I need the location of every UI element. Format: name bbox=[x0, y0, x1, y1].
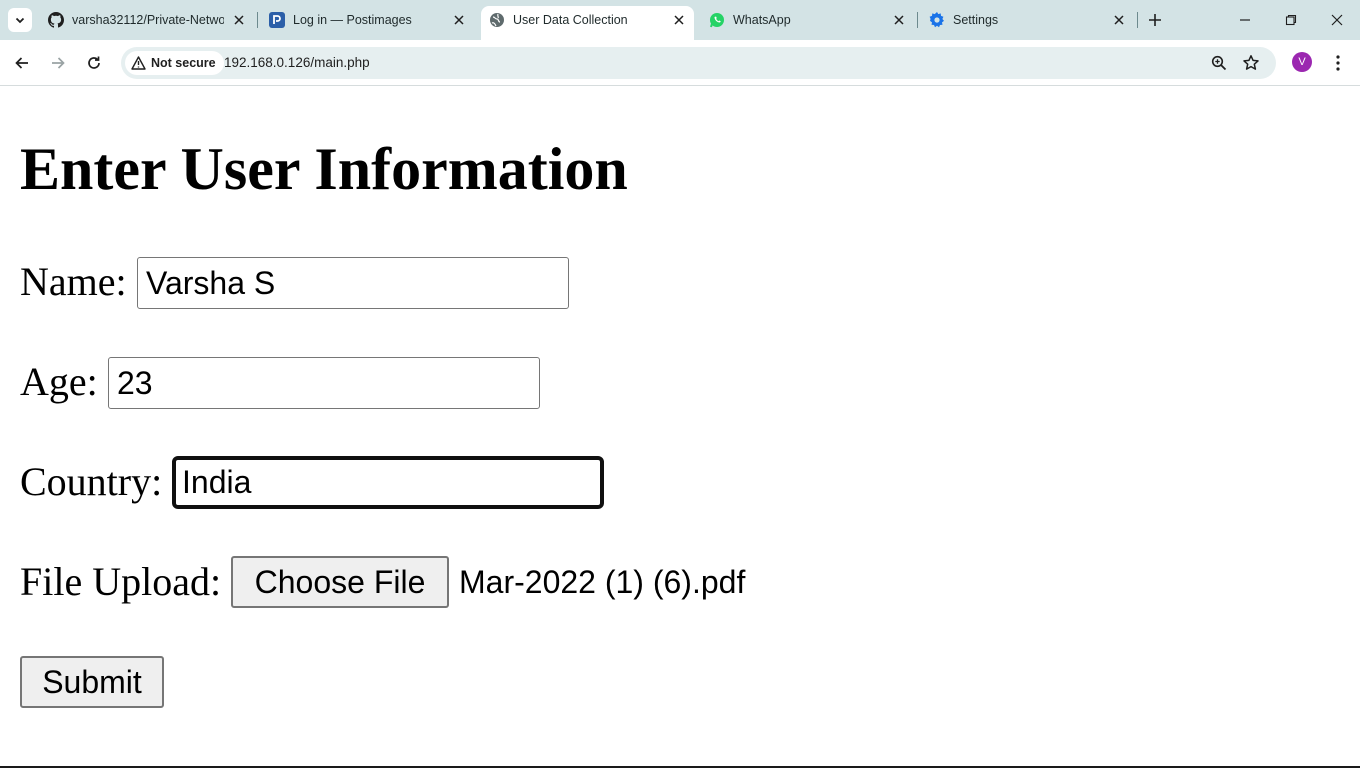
github-icon bbox=[48, 12, 64, 28]
name-label: Name: bbox=[20, 259, 127, 304]
minimize-button[interactable] bbox=[1235, 10, 1255, 30]
profile-avatar[interactable]: V bbox=[1292, 52, 1312, 72]
submit-button[interactable]: Submit bbox=[20, 656, 164, 708]
tab-github[interactable]: varsha32112/Private-Networ bbox=[48, 6, 248, 34]
gear-icon bbox=[929, 12, 944, 28]
forward-button[interactable] bbox=[47, 52, 69, 74]
globe-icon bbox=[490, 13, 504, 27]
tab-separator bbox=[257, 12, 258, 28]
menu-button[interactable] bbox=[1327, 52, 1349, 74]
country-label: Country: bbox=[20, 459, 163, 504]
url-text[interactable]: 192.168.0.126/main.php bbox=[224, 55, 370, 70]
tab-title: varsha32112/Private-Networ bbox=[72, 13, 224, 27]
close-icon bbox=[1331, 14, 1343, 26]
reload-button[interactable] bbox=[83, 52, 105, 74]
tab-whatsapp[interactable]: WhatsApp bbox=[709, 6, 909, 34]
zoom-icon bbox=[1211, 55, 1227, 71]
zoom-button[interactable] bbox=[1209, 53, 1229, 73]
tab-settings[interactable]: Settings bbox=[929, 6, 1129, 34]
close-icon[interactable] bbox=[892, 13, 906, 27]
bookmark-button[interactable] bbox=[1241, 53, 1261, 73]
postimages-icon bbox=[269, 12, 285, 28]
selected-file-name: Mar-2022 (1) (6).pdf bbox=[459, 564, 746, 600]
whatsapp-icon bbox=[710, 13, 724, 28]
choose-file-button[interactable]: Choose File bbox=[231, 556, 449, 608]
close-icon[interactable] bbox=[232, 13, 246, 27]
back-button[interactable] bbox=[11, 52, 33, 74]
file-upload-label: File Upload: bbox=[20, 559, 222, 604]
close-icon[interactable] bbox=[1112, 13, 1126, 27]
arrow-right-icon bbox=[52, 57, 65, 69]
more-vertical-icon bbox=[1336, 55, 1340, 71]
country-field[interactable] bbox=[172, 456, 604, 509]
close-window-button[interactable] bbox=[1327, 10, 1347, 30]
tab-separator bbox=[1137, 12, 1138, 28]
tab-title: User Data Collection bbox=[513, 13, 628, 27]
tab-title: WhatsApp bbox=[733, 13, 791, 27]
tab-search-button[interactable] bbox=[8, 8, 32, 32]
close-icon[interactable] bbox=[672, 13, 686, 27]
tab-postimages[interactable]: Log in — Postimages bbox=[269, 6, 469, 34]
tab-title: Log in — Postimages bbox=[293, 13, 412, 27]
plus-icon bbox=[1149, 14, 1161, 26]
close-icon[interactable] bbox=[452, 13, 466, 27]
page-content: Enter User Information Name: Age: Countr… bbox=[0, 87, 1360, 766]
tab-title: Settings bbox=[953, 13, 999, 27]
page-title: Enter User Information bbox=[20, 136, 628, 202]
new-tab-button[interactable] bbox=[1145, 10, 1165, 30]
restore-icon bbox=[1285, 14, 1297, 26]
arrow-left-icon bbox=[15, 57, 28, 69]
reload-icon bbox=[88, 56, 100, 69]
tab-separator bbox=[917, 12, 918, 28]
restore-button[interactable] bbox=[1281, 10, 1301, 30]
star-icon bbox=[1243, 55, 1259, 70]
security-chip[interactable]: Not secure bbox=[125, 51, 224, 75]
minimize-icon bbox=[1240, 19, 1250, 21]
age-field[interactable] bbox=[108, 357, 540, 409]
tab-user-data-collection[interactable]: User Data Collection bbox=[489, 6, 689, 34]
name-field[interactable] bbox=[137, 257, 569, 309]
chevron-down-icon bbox=[15, 17, 25, 24]
age-label: Age: bbox=[20, 359, 98, 404]
address-bar[interactable]: Not secure 192.168.0.126/main.php bbox=[121, 47, 1276, 79]
tab-strip: varsha32112/Private-Networ Log in — Post… bbox=[0, 0, 1360, 40]
security-label: Not secure bbox=[151, 56, 216, 70]
browser-toolbar: Not secure 192.168.0.126/main.php V bbox=[0, 40, 1360, 86]
warning-icon bbox=[131, 56, 146, 70]
